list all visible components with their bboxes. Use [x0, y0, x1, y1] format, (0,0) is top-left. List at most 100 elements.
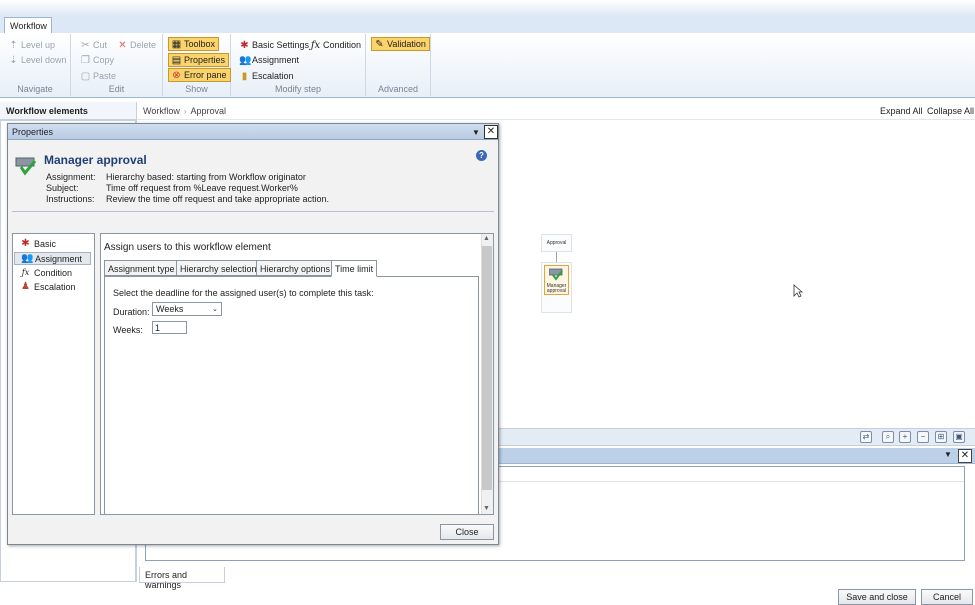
ribbon-group-show: ▦ Toolbox ▤ Properties ⊗ Error pane Show	[163, 34, 231, 96]
tab-errors-and-warnings[interactable]: Errors and warnings	[139, 567, 225, 590]
error-pane-menu-icon[interactable]: ▼	[944, 450, 952, 459]
cancel-button[interactable]: Cancel	[921, 589, 973, 605]
ribbon-group-navigate: ⇡ Level up ⇣ Level down Navigate	[0, 34, 71, 96]
scroll-up-icon[interactable]: ▲	[483, 235, 490, 242]
ribbon-top-strip	[0, 0, 975, 17]
ribbon-group-edit: ✂ Cut ✕ Delete ❐ Copy ▢ Paste Edit	[71, 34, 163, 96]
approval-step-icon	[15, 157, 37, 176]
dialog-close-icon[interactable]: ✕	[484, 125, 498, 139]
paste-icon: ▢	[80, 70, 91, 82]
condition-button[interactable]: ƒx Condition	[308, 38, 364, 52]
workflow-elements-title: Workflow elements	[0, 102, 136, 120]
function-icon: ƒx	[21, 268, 30, 277]
nav-item-condition[interactable]: ƒx Condition	[14, 267, 91, 280]
cut-button[interactable]: ✂ Cut	[78, 38, 110, 52]
ribbon-tabstrip	[0, 17, 975, 34]
zoom-in-icon[interactable]: +	[899, 431, 911, 443]
level-down-icon: ⇣	[9, 54, 18, 66]
dialog-divider	[12, 211, 494, 212]
assignment-button[interactable]: 👥 Assignment	[237, 53, 302, 67]
expand-all-link[interactable]: Expand All	[880, 106, 923, 116]
validation-label: Validation	[387, 38, 426, 49]
scroll-down-icon[interactable]: ▼	[483, 505, 490, 512]
copy-button[interactable]: ❐ Copy	[78, 53, 117, 67]
save-and-close-button[interactable]: Save and close	[838, 589, 916, 605]
assignment-heading: Assign users to this workflow element	[104, 242, 271, 253]
nav-item-escalation[interactable]: ♟ Escalation	[14, 281, 91, 294]
level-down-button[interactable]: ⇣ Level down	[6, 53, 70, 67]
instructions-value: Review the time off request and take app…	[106, 194, 329, 204]
group-label-advanced: Advanced	[377, 84, 419, 94]
delete-button[interactable]: ✕ Delete	[115, 38, 159, 52]
ribbon-group-modify-step: ✱ Basic Settings ƒx Condition 👥 Assignme…	[231, 34, 366, 96]
toolbox-label: Toolbox	[184, 38, 216, 49]
collapse-all-link[interactable]: Collapse All	[927, 106, 974, 116]
scrollbar-thumb[interactable]	[482, 246, 492, 490]
validation-button[interactable]: ✎ Validation	[371, 37, 430, 51]
breadcrumb-separator-icon: ›	[183, 107, 187, 116]
subject-label: Subject:	[46, 183, 79, 193]
tab-time-limit[interactable]: Time limit	[331, 260, 378, 277]
duration-label: Duration:	[113, 307, 150, 317]
condition-label: Condition	[323, 39, 362, 50]
assignment-label: Assignment	[252, 54, 300, 65]
paste-button[interactable]: ▢ Paste	[78, 69, 119, 83]
approval-step-icon	[549, 268, 563, 281]
layout-icon[interactable]: ⇄	[860, 431, 872, 443]
chevron-down-icon: ⌄	[212, 306, 218, 313]
escalation-icon: ▮	[241, 70, 248, 82]
weeks-input[interactable]: 1	[152, 321, 187, 334]
error-pane-label: Error pane	[184, 69, 227, 80]
group-label-show: Show	[185, 84, 208, 94]
tab-hierarchy-options[interactable]: Hierarchy options	[256, 260, 335, 276]
nav-item-basic-settings[interactable]: ✱ Basic Settings	[14, 238, 91, 261]
tab-workflow[interactable]: Workflow	[4, 17, 52, 34]
error-pane-button[interactable]: ⊗ Error pane	[168, 68, 231, 82]
level-up-label: Level up	[21, 39, 56, 50]
zoom-out-icon[interactable]: −	[917, 431, 929, 443]
paste-label: Paste	[93, 70, 117, 81]
level-up-button[interactable]: ⇡ Level up	[6, 38, 58, 52]
error-pane-icon: ⊗	[172, 69, 181, 81]
nav-label: Assignment	[35, 254, 83, 264]
level-up-icon: ⇡	[9, 39, 18, 51]
zoom-fit-icon[interactable]: ⌕	[882, 431, 894, 443]
basic-settings-label: Basic Settings	[252, 39, 310, 50]
ribbon-group-advanced: ✎ Validation Advanced	[366, 34, 431, 96]
tab-assignment-type[interactable]: Assignment type	[104, 260, 179, 276]
subject-value: Time off request from %Leave request.Wor…	[106, 183, 298, 193]
group-label-navigate: Navigate	[17, 84, 53, 94]
assignment-value: Hierarchy based: starting from Workflow …	[106, 172, 306, 182]
asterisk-icon: ✱	[21, 238, 30, 249]
properties-button[interactable]: ▤ Properties	[168, 53, 230, 67]
fit-to-window-icon[interactable]: ⊞	[935, 431, 947, 443]
help-icon[interactable]: ?	[476, 150, 487, 161]
actual-size-icon[interactable]: ▣	[953, 431, 965, 443]
validation-icon: ✎	[375, 38, 384, 50]
nav-label: Escalation	[34, 282, 76, 292]
toolbox-icon: ▦	[171, 38, 182, 50]
workflow-start-node[interactable]: Approval	[541, 234, 572, 252]
cut-label: Cut	[93, 39, 108, 50]
nav-item-assignment[interactable]: 👥 Assignment	[14, 252, 91, 265]
close-button[interactable]: Close	[440, 524, 494, 540]
delete-label: Delete	[130, 39, 157, 50]
escalation-button[interactable]: ▮ Escalation	[237, 69, 297, 83]
asterisk-icon: ✱	[240, 39, 249, 51]
properties-icon: ▤	[171, 54, 182, 66]
basic-settings-button[interactable]: ✱ Basic Settings	[237, 38, 312, 52]
tab-hierarchy-selection[interactable]: Hierarchy selection	[176, 260, 261, 276]
error-pane-close-button[interactable]: ✕	[958, 449, 972, 463]
users-icon: 👥	[21, 253, 34, 264]
mouse-cursor-icon	[793, 284, 803, 298]
dialog-title: Properties	[8, 124, 498, 140]
delete-icon: ✕	[118, 39, 127, 51]
dialog-menu-icon[interactable]: ▼	[472, 128, 480, 137]
toolbox-button[interactable]: ▦ Toolbox	[168, 37, 220, 51]
breadcrumb-bar	[137, 102, 975, 120]
step-title: Manager approval	[44, 153, 147, 167]
group-label-modify-step: Modify step	[274, 84, 322, 94]
breadcrumb-root[interactable]: Workflow	[143, 106, 180, 116]
escalation-label: Escalation	[252, 70, 294, 81]
level-down-label: Level down	[21, 54, 67, 65]
